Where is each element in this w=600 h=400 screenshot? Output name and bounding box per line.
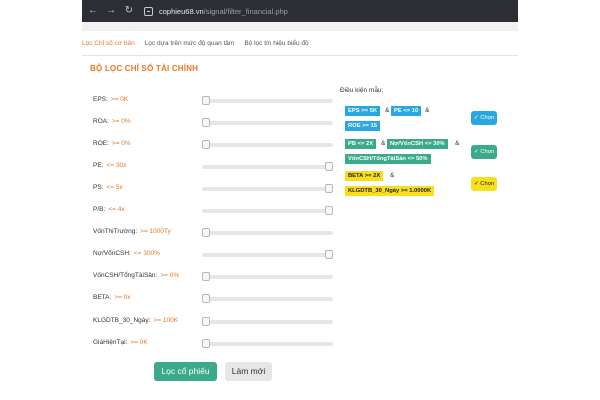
preset-chip[interactable]: VốnCSH/TổngTàiSản <= 50% xyxy=(345,154,431,164)
filter-label: P/B: xyxy=(93,206,106,213)
and-separator: & xyxy=(425,107,430,114)
reload-icon[interactable]: ↻ xyxy=(124,6,134,16)
slider-thumb[interactable] xyxy=(202,272,210,281)
preset-chip[interactable]: ROE >= 15 xyxy=(345,121,381,131)
filter-label: BETA: xyxy=(93,294,112,301)
filter-label: VốnThịTrường: xyxy=(93,228,138,235)
url-host: cophieu68.vn xyxy=(159,6,204,16)
filter-condition: >= 0K xyxy=(130,339,148,346)
filter-label: KLGDTB_30_Ngày: xyxy=(93,317,151,324)
filter-label: Nợ/VốnCSH: xyxy=(93,250,131,257)
filter-label: EPS: xyxy=(93,96,108,103)
slider-track[interactable] xyxy=(202,339,333,348)
slider-thumb[interactable] xyxy=(325,184,333,193)
preset-chip[interactable]: EPS >= 5K xyxy=(345,106,381,116)
filter-condition: <= 300% xyxy=(133,250,160,257)
slider-thumb[interactable] xyxy=(325,250,333,259)
url-path: /signal/filter_financial.php xyxy=(203,6,288,16)
section-title: BỘ LỌC CHỈ SỐ TÀI CHÍNH xyxy=(90,64,199,73)
filter-label: GiáHiệnTại: xyxy=(93,339,128,346)
address-bar[interactable]: cophieu68.vn/signal/filter_financial.php xyxy=(159,7,288,16)
slider-thumb[interactable] xyxy=(325,206,333,215)
slider-track[interactable] xyxy=(202,184,333,193)
filter-condition: <= 30x xyxy=(106,162,127,169)
filter-label: ROA: xyxy=(93,118,109,125)
filter-condition: >= 100K xyxy=(153,317,179,324)
reset-button[interactable]: Làm mới xyxy=(225,362,272,381)
filter-condition: >= 0% xyxy=(111,118,131,125)
and-separator: & xyxy=(381,140,386,147)
preset-chip[interactable]: Nợ/VốnCSH <= 30% xyxy=(387,139,448,149)
slider-track[interactable] xyxy=(202,272,333,281)
slider-track[interactable] xyxy=(202,317,333,326)
slider-track[interactable] xyxy=(202,250,333,259)
sample-conditions-title: Điều kiện mẫu: xyxy=(340,87,384,94)
slider-thumb[interactable] xyxy=(202,118,210,127)
site-info-icon[interactable] xyxy=(144,6,153,16)
slider-track[interactable] xyxy=(202,140,333,149)
filter-condition: >= 0% xyxy=(111,140,131,147)
slider-track[interactable] xyxy=(202,96,333,105)
filter-label: PS: xyxy=(93,184,104,191)
select-preset-2-button[interactable]: ✓ Chọn xyxy=(471,145,497,159)
page-top-strip xyxy=(82,22,518,31)
slider-thumb[interactable] xyxy=(202,140,210,149)
slider-thumb[interactable] xyxy=(202,294,210,303)
select-preset-1-button[interactable]: ✓ Chọn xyxy=(471,111,497,125)
forward-icon[interactable]: → xyxy=(106,6,116,16)
slider-track[interactable] xyxy=(202,228,333,237)
slider-thumb[interactable] xyxy=(202,96,210,105)
slider-track[interactable] xyxy=(202,118,333,127)
select-preset-3-button[interactable]: ✓ Chọn xyxy=(471,177,497,191)
tab-basic-indicators[interactable]: Lọc Chỉ số cơ bản xyxy=(82,40,135,54)
filter-condition: <= 4x xyxy=(108,206,125,213)
filter-condition: >= 1000Ty xyxy=(140,228,171,235)
filter-condition: >= 0K xyxy=(110,96,129,103)
tab-chart-signals[interactable]: Bộ lọc tín hiệu biểu đồ xyxy=(244,40,308,54)
slider-thumb[interactable] xyxy=(325,162,333,171)
filter-label: PE: xyxy=(93,162,104,169)
slider-thumb[interactable] xyxy=(202,339,210,348)
slider-thumb[interactable] xyxy=(202,228,210,237)
filter-label: ROE: xyxy=(93,140,109,147)
and-separator: & xyxy=(390,172,395,179)
preset-chip[interactable]: PE <= 10 xyxy=(391,106,422,116)
filter-condition: >= 0% xyxy=(160,272,180,279)
tab-interest-level[interactable]: Lọc dựa trên mức độ quan tâm xyxy=(145,40,235,54)
filter-tabs: Lọc Chỉ số cơ bản Lọc dựa trên mức độ qu… xyxy=(82,40,309,54)
slider-track[interactable] xyxy=(202,294,333,303)
filter-label: VốnCSH/TổngTàiSản: xyxy=(93,272,158,279)
preset-chip[interactable]: PB <= 2X xyxy=(345,139,377,149)
slider-thumb[interactable] xyxy=(202,317,210,326)
slider-track[interactable] xyxy=(202,206,333,215)
slider-track[interactable] xyxy=(202,162,333,171)
filter-condition: <= 5x xyxy=(106,184,123,191)
tabs-divider xyxy=(82,55,518,56)
filter-condition: >= 0x xyxy=(114,294,131,301)
preset-chip[interactable]: BETA >= 2X xyxy=(345,171,384,181)
filter-stocks-button[interactable]: Lọc cổ phiếu xyxy=(154,362,217,381)
back-icon[interactable]: ← xyxy=(88,6,98,16)
and-separator: & xyxy=(455,140,460,147)
browser-toolbar: ← → ↻ cophieu68.vn/signal/filter_financi… xyxy=(82,0,518,22)
preset-chip[interactable]: KLGDTB_30_Ngày >= 1.0000K xyxy=(345,186,435,196)
and-separator: & xyxy=(385,107,390,114)
